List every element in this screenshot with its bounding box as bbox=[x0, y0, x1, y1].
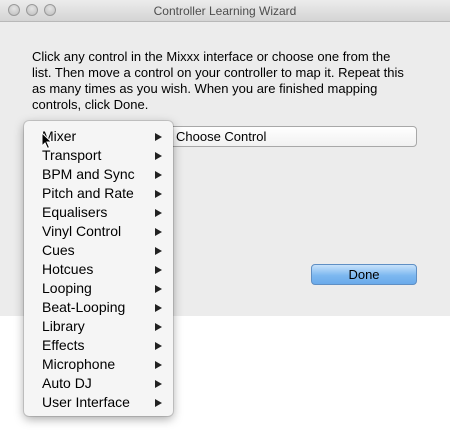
menu-item-pitch-and-rate[interactable]: Pitch and Rate bbox=[24, 184, 173, 203]
chevron-right-icon bbox=[155, 152, 162, 160]
menu-item-equalisers[interactable]: Equalisers bbox=[24, 203, 173, 222]
menu-item-microphone[interactable]: Microphone bbox=[24, 355, 173, 374]
chevron-right-icon bbox=[155, 304, 162, 312]
chevron-right-icon bbox=[155, 399, 162, 407]
chevron-right-icon bbox=[155, 190, 162, 198]
choose-control-button[interactable]: Choose Control bbox=[165, 126, 417, 147]
menu-item-label: Pitch and Rate bbox=[42, 185, 134, 201]
window-title: Controller Learning Wizard bbox=[153, 4, 297, 18]
chevron-right-icon bbox=[155, 209, 162, 217]
menu-item-label: Cues bbox=[42, 242, 75, 258]
menu-item-looping[interactable]: Looping bbox=[24, 279, 173, 298]
chevron-right-icon bbox=[155, 285, 162, 293]
menu-item-label: Auto DJ bbox=[42, 375, 92, 391]
chevron-right-icon bbox=[155, 266, 162, 274]
chevron-right-icon bbox=[155, 342, 162, 350]
chevron-right-icon bbox=[155, 133, 162, 141]
menu-item-bpm-and-sync[interactable]: BPM and Sync bbox=[24, 165, 173, 184]
menu-item-label: Beat-Looping bbox=[42, 299, 126, 315]
chevron-right-icon bbox=[155, 323, 162, 331]
menu-item-label: Looping bbox=[42, 280, 92, 296]
menu-item-label: Hotcues bbox=[42, 261, 94, 277]
mouse-pointer-icon bbox=[41, 132, 53, 150]
chevron-right-icon bbox=[155, 380, 162, 388]
chevron-right-icon bbox=[155, 171, 162, 179]
done-button[interactable]: Done bbox=[311, 264, 417, 285]
menu-item-label: Effects bbox=[42, 337, 85, 353]
instructions-text: Click any control in the Mixxx interface… bbox=[32, 49, 404, 112]
chevron-right-icon bbox=[155, 228, 162, 236]
chevron-right-icon bbox=[155, 247, 162, 255]
menu-item-label: User Interface bbox=[42, 394, 130, 410]
menu-item-library[interactable]: Library bbox=[24, 317, 173, 336]
menu-item-label: BPM and Sync bbox=[42, 166, 135, 182]
menu-item-cues[interactable]: Cues bbox=[24, 241, 173, 260]
menu-item-label: Microphone bbox=[42, 356, 116, 372]
menu-item-auto-dj[interactable]: Auto DJ bbox=[24, 374, 173, 393]
menu-item-vinyl-control[interactable]: Vinyl Control bbox=[24, 222, 173, 241]
control-category-menu: Mixer Transport BPM and Sync Pitch and R… bbox=[24, 121, 173, 416]
menu-item-label: Vinyl Control bbox=[42, 223, 122, 239]
menu-item-label: Library bbox=[42, 318, 85, 334]
menu-item-beat-looping[interactable]: Beat-Looping bbox=[24, 298, 173, 317]
menu-item-hotcues[interactable]: Hotcues bbox=[24, 260, 173, 279]
menu-item-effects[interactable]: Effects bbox=[24, 336, 173, 355]
menu-item-user-interface[interactable]: User Interface bbox=[24, 393, 173, 412]
title-bar: Controller Learning Wizard bbox=[0, 0, 450, 22]
chevron-right-icon bbox=[155, 361, 162, 369]
menu-item-label: Equalisers bbox=[42, 204, 108, 220]
